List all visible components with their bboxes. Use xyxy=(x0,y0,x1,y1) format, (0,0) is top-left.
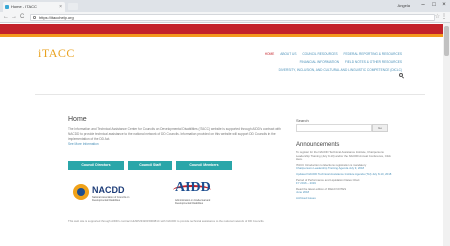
announcement-item: ITACC Introduction to Elections registra… xyxy=(296,163,392,171)
url-text: https://itacchelp.org xyxy=(39,15,74,20)
intro-link[interactable]: See More Information xyxy=(68,142,283,147)
sidebar-search-input[interactable] xyxy=(296,124,372,132)
maximize-icon[interactable]: □ xyxy=(429,0,439,11)
announcement-item: Period of Performance and Liquidation Da… xyxy=(296,178,392,186)
nav-row-3: Diversity, Inclusion, and Cultural and L… xyxy=(202,66,402,74)
nav-item-financial[interactable]: Financial Information xyxy=(300,60,340,64)
header-divider xyxy=(35,94,425,95)
header-stripe-red xyxy=(0,24,450,34)
nav-row-1: Home About Us Council Resources Federal … xyxy=(202,50,402,58)
profile-name[interactable]: Angela xyxy=(398,1,410,11)
announcement-link[interactable]: Updated NACDD Technical Assistance Insti… xyxy=(296,172,392,177)
sidebar-search-button[interactable]: Go xyxy=(372,124,388,132)
nav-item-home[interactable]: Home xyxy=(265,52,275,56)
council-staff-button[interactable]: Council Staff xyxy=(128,161,172,170)
announcement-item: To register for the NACDD Technical Assi… xyxy=(296,150,392,162)
browser-menu-icon[interactable]: ⋮ xyxy=(441,12,447,23)
nav-item-diclc[interactable]: Diversity, Inclusion, and Cultural and L… xyxy=(279,68,402,72)
funding-note: This web site is supported through AIDD'… xyxy=(68,219,265,223)
search-icon[interactable] xyxy=(399,73,403,77)
nav-row-2: Financial Information Field Notes & Othe… xyxy=(202,58,402,66)
tab-close-icon[interactable]: × xyxy=(59,2,62,12)
announcement-text: To register for the NACDD Technical Assi… xyxy=(296,150,391,162)
nav-item-council-resources[interactable]: Council Resources xyxy=(302,52,337,56)
nacdd-subtitle: National Association of Councils on Deve… xyxy=(92,196,130,202)
nacdd-mark-icon xyxy=(73,184,89,200)
aidd-wordmark: AIDD xyxy=(175,180,211,195)
favicon-icon xyxy=(5,5,9,9)
announcement-item: Read the latest edition of FIELD NOTES J… xyxy=(296,187,392,195)
page-title: Home xyxy=(68,116,87,123)
minimize-icon[interactable]: – xyxy=(418,0,428,11)
address-bar[interactable]: https://itacchelp.org xyxy=(30,14,435,21)
announcement-link[interactable]: FY 2016 – 2019 xyxy=(296,182,392,186)
nav-item-field-notes[interactable]: Field Notes & Other Resources xyxy=(345,60,402,64)
intro-paragraph: The Information and Technical Assistance… xyxy=(68,127,281,141)
announcement-link[interactable]: Chairpersons Leadership Training Agenda … xyxy=(296,167,392,171)
announcements-list: To register for the NACDD Technical Assi… xyxy=(296,150,392,203)
back-icon[interactable]: ← xyxy=(3,12,9,23)
tab-title: Home - ITACC xyxy=(11,4,37,9)
nacdd-logo[interactable]: NACDD National Association of Councils o… xyxy=(73,184,133,204)
new-tab-button[interactable] xyxy=(68,3,78,10)
window-close-icon[interactable]: × xyxy=(439,0,449,11)
main-nav: Home About Us Council Resources Federal … xyxy=(202,50,402,74)
nacdd-wordmark: NACDD xyxy=(92,185,125,195)
aidd-logo[interactable]: AIDD Administration on Intellectual and … xyxy=(173,180,223,205)
sidebar-search-label: Search xyxy=(296,118,309,123)
intro-text: The Information and Technical Assistance… xyxy=(68,127,283,147)
council-members-button[interactable]: Council Members xyxy=(176,161,232,170)
announcements-heading: Announcements xyxy=(296,142,340,148)
browser-tab-bar: Home - ITACC × Angela – □ × xyxy=(0,0,450,12)
council-directors-button[interactable]: Council Directors xyxy=(68,161,124,170)
scrollbar-thumb[interactable] xyxy=(444,26,449,56)
nav-item-about[interactable]: About Us xyxy=(280,52,296,56)
reload-icon[interactable]: C xyxy=(20,12,24,23)
aidd-subtitle: Administration on Intellectual and Devel… xyxy=(175,199,211,205)
announcement-item: Updated NACDD Technical Assistance Insti… xyxy=(296,172,392,177)
announcement-item: Archived Issues xyxy=(296,196,392,201)
nav-item-federal-reporting[interactable]: Federal Reporting & Resources xyxy=(344,52,402,56)
header-stripe-orange xyxy=(0,34,450,37)
announcement-link[interactable]: June 2018 xyxy=(296,191,392,195)
page-scrollbar[interactable] xyxy=(443,23,450,246)
browser-tab[interactable]: Home - ITACC × xyxy=(3,2,65,12)
lock-icon xyxy=(33,16,36,19)
browser-toolbar: ← → C https://itacchelp.org ☆ ⋮ xyxy=(0,12,450,23)
logo-text: TACC xyxy=(41,46,75,60)
site-logo[interactable]: iTACC xyxy=(38,46,75,61)
bookmark-star-icon[interactable]: ☆ xyxy=(435,12,440,23)
announcement-link[interactable]: Archived Issues xyxy=(296,196,392,201)
forward-icon[interactable]: → xyxy=(11,12,17,23)
